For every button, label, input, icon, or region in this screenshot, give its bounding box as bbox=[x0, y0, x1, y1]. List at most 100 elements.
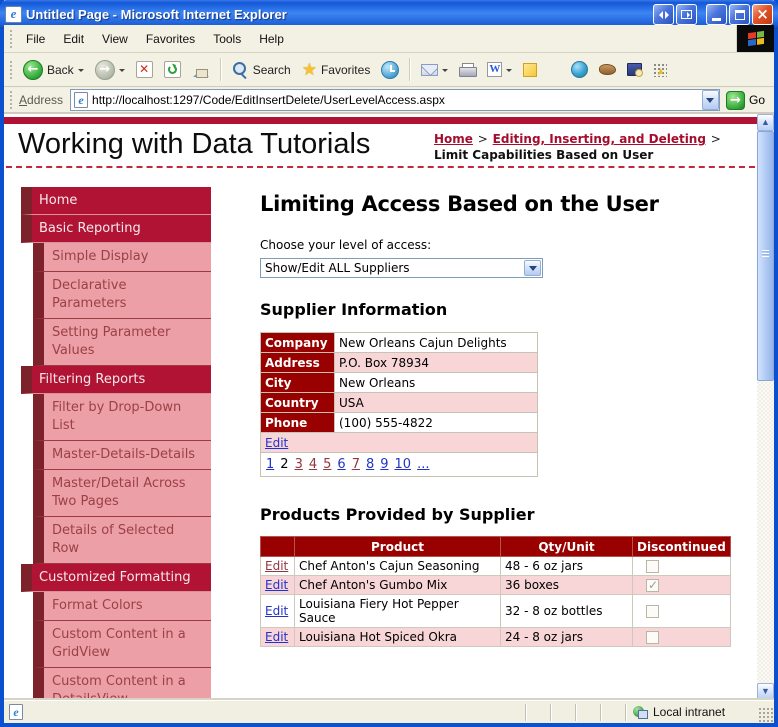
favorites-button[interactable]: ★ Favorites bbox=[297, 58, 376, 81]
mail-button[interactable] bbox=[416, 61, 453, 79]
popout-icon bbox=[681, 10, 692, 19]
pager-page-link[interactable]: 7 bbox=[352, 457, 360, 472]
star-icon: ★ bbox=[301, 60, 317, 79]
print-button[interactable] bbox=[454, 60, 481, 80]
messenger-button[interactable] bbox=[518, 60, 542, 80]
sidebar-item-basic-reporting[interactable]: Basic Reporting bbox=[21, 215, 211, 243]
toolbar-drag-handle[interactable] bbox=[9, 59, 14, 80]
sidebar-item-filtering-reports[interactable]: Filtering Reports bbox=[21, 366, 211, 394]
scroll-down-button[interactable]: ▼ bbox=[757, 683, 774, 700]
web-accessory-button[interactable] bbox=[594, 61, 621, 78]
pager-page-link[interactable]: 6 bbox=[337, 457, 345, 472]
validator-button[interactable] bbox=[648, 60, 672, 80]
maximize-button[interactable] bbox=[729, 4, 750, 25]
menu-item-edit[interactable]: Edit bbox=[54, 27, 93, 51]
back-button[interactable]: ← Back bbox=[18, 57, 89, 83]
page-content: Working with Data Tutorials Home > Editi… bbox=[4, 114, 757, 700]
pager-page-link[interactable]: 4 bbox=[309, 457, 317, 472]
access-level-select[interactable]: Show/Edit ALL Suppliers bbox=[260, 258, 543, 278]
discontinued-checkbox[interactable] bbox=[646, 631, 659, 644]
vertical-scrollbar[interactable]: ▲ ▼ bbox=[757, 114, 774, 700]
sidebar-item-master-detail-across-two-pages[interactable]: Master/Detail Across Two Pages bbox=[33, 470, 211, 517]
go-button[interactable]: → Go bbox=[720, 90, 771, 110]
breadcrumb: Home > Editing, Inserting, and Deleting … bbox=[434, 131, 757, 163]
close-button[interactable]: × bbox=[752, 4, 773, 25]
status-panel bbox=[600, 703, 625, 721]
home-icon bbox=[192, 62, 210, 78]
sidebar-item-master-details-details[interactable]: Master-Details-Details bbox=[33, 441, 211, 470]
product-edit-link[interactable]: Edit bbox=[265, 604, 288, 618]
edit-with-word-button[interactable]: W bbox=[482, 59, 517, 80]
product-edit-link[interactable]: Edit bbox=[265, 578, 288, 592]
product-edit-link[interactable]: Edit bbox=[265, 630, 288, 644]
scrollbar-thumb[interactable] bbox=[757, 131, 774, 381]
refresh-button[interactable] bbox=[159, 58, 186, 81]
stop-button[interactable]: ✕ bbox=[131, 58, 158, 81]
product-edit-link[interactable]: Edit bbox=[265, 559, 288, 573]
sidebar-item-setting-parameter-values[interactable]: Setting Parameter Values bbox=[33, 319, 211, 366]
discontinued-checkbox[interactable] bbox=[646, 560, 659, 573]
pager-page-link[interactable]: 5 bbox=[323, 457, 331, 472]
address-url[interactable]: http://localhost:1297/Code/EditInsertDel… bbox=[92, 93, 698, 107]
select-dropdown-button[interactable] bbox=[524, 260, 541, 276]
pager-page-link[interactable]: 8 bbox=[366, 457, 374, 472]
supplier-field-value: P.O. Box 78934 bbox=[334, 352, 538, 373]
address-dropdown-button[interactable] bbox=[701, 90, 719, 110]
search-button[interactable]: Search bbox=[227, 58, 296, 81]
pan-button[interactable] bbox=[653, 4, 674, 25]
pager-page-link[interactable]: 1 bbox=[266, 457, 274, 472]
security-zone-panel: Local intranet bbox=[625, 703, 757, 721]
address-input[interactable]: e http://localhost:1297/Code/EditInsertD… bbox=[70, 89, 720, 111]
chevron-down-icon bbox=[528, 265, 537, 275]
sidebar-item-custom-content-in-a-gridview[interactable]: Custom Content in a GridView bbox=[33, 621, 211, 668]
sidebar-item-declarative-parameters[interactable]: Declarative Parameters bbox=[33, 272, 211, 319]
menu-item-file[interactable]: File bbox=[17, 27, 54, 51]
research-button[interactable] bbox=[566, 58, 593, 81]
dashed-divider bbox=[6, 166, 755, 168]
sidebar-item-home[interactable]: Home bbox=[21, 187, 211, 215]
forward-button[interactable]: → bbox=[90, 57, 130, 83]
sidebar-item-customized-formatting[interactable]: Customized Formatting bbox=[21, 564, 211, 592]
back-dropdown-icon bbox=[77, 68, 84, 75]
product-discontinued-cell bbox=[632, 627, 731, 647]
menu-item-tools[interactable]: Tools bbox=[204, 27, 250, 51]
supplier-field-value: USA bbox=[334, 392, 538, 413]
sidebar-item-custom-content-in-a-detailsview[interactable]: Custom Content in a DetailsView bbox=[33, 668, 211, 700]
sidebar-item-format-colors[interactable]: Format Colors bbox=[33, 592, 211, 621]
reference-button[interactable] bbox=[622, 60, 647, 79]
supplier-edit-link[interactable]: Edit bbox=[265, 436, 288, 450]
pager-page-link[interactable]: 9 bbox=[380, 457, 388, 472]
supplier-field-label: City bbox=[260, 372, 335, 393]
supplier-field-row: Address P.O. Box 78934 bbox=[260, 352, 538, 373]
pager-page-link[interactable]: 3 bbox=[295, 457, 303, 472]
throbber bbox=[736, 25, 774, 52]
popout-button[interactable] bbox=[676, 4, 697, 25]
menu-item-help[interactable]: Help bbox=[250, 27, 293, 51]
scroll-up-button[interactable]: ▲ bbox=[757, 114, 774, 131]
product-qty-cell: 48 - 6 oz jars bbox=[500, 556, 633, 576]
sidebar-item-simple-display[interactable]: Simple Display bbox=[33, 243, 211, 272]
products-grid-table: Product Qty/Unit Discontinued Edit Chef Ant… bbox=[260, 536, 731, 647]
pager-page-link[interactable]: ... bbox=[417, 457, 429, 472]
product-row: Edit Louisiana Fiery Hot Pepper Sauce 32 -… bbox=[260, 594, 731, 628]
products-section-heading: Products Provided by Supplier bbox=[260, 505, 535, 524]
menu-item-favorites[interactable]: Favorites bbox=[137, 27, 204, 51]
home-button[interactable] bbox=[187, 59, 215, 81]
discontinued-checkbox[interactable] bbox=[646, 578, 659, 592]
pager-page-link[interactable]: 10 bbox=[395, 457, 412, 472]
search-label: Search bbox=[252, 62, 291, 77]
history-button[interactable] bbox=[376, 58, 404, 82]
minimize-icon bbox=[712, 17, 721, 21]
addressbar-drag-handle[interactable] bbox=[9, 90, 14, 110]
breadcrumb-link-home[interactable]: Home bbox=[434, 132, 473, 146]
toolbar-separator bbox=[219, 58, 222, 81]
menu-item-view[interactable]: View bbox=[93, 27, 137, 51]
sidebar-item-filter-by-drop-down-list[interactable]: Filter by Drop-Down List bbox=[33, 394, 211, 441]
menubar-drag-handle[interactable] bbox=[9, 28, 14, 49]
sidebar-item-details-of-selected-row[interactable]: Details of Selected Row bbox=[33, 517, 211, 564]
resize-grip[interactable] bbox=[757, 706, 774, 723]
discontinued-checkbox[interactable] bbox=[646, 605, 659, 618]
supplier-section-heading: Supplier Information bbox=[260, 300, 448, 319]
minimize-button[interactable] bbox=[706, 4, 727, 25]
breadcrumb-link-section[interactable]: Editing, Inserting, and Deleting bbox=[493, 132, 706, 146]
